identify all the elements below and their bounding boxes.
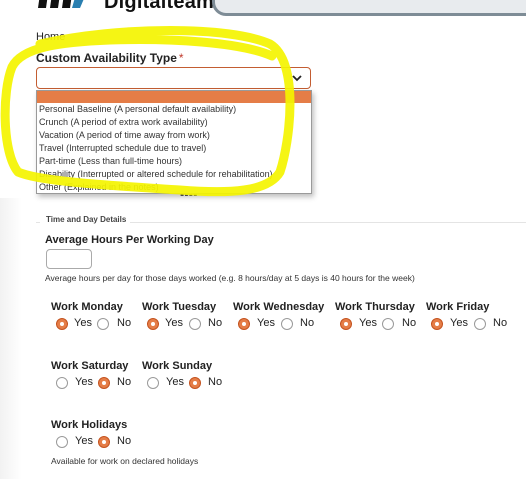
work-saturday-no-radio[interactable] (98, 377, 110, 389)
work-tuesday-yes-label: Yes (165, 317, 183, 329)
dropdown-option-vacation[interactable]: Vacation (A period of time away from wor… (37, 129, 311, 142)
work-monday-yes-label: Yes (74, 317, 92, 329)
required-marker: * (178, 51, 184, 65)
work-monday-yes-radio[interactable] (56, 318, 68, 330)
dropdown-option-personal-baseline[interactable]: Personal Baseline (A personal default av… (37, 103, 311, 116)
work-tuesday-label: Work Tuesday (142, 301, 217, 313)
dropdown-option-crunch[interactable]: Crunch (A period of extra work availabil… (37, 116, 311, 129)
work-saturday-label: Work Saturday (51, 360, 129, 372)
work-sunday-no-radio[interactable] (189, 377, 201, 389)
work-holidays-yes-radio[interactable] (56, 436, 68, 448)
work-monday-label: Work Monday (51, 301, 123, 313)
dropdown-option-travel[interactable]: Travel (Interrupted schedule due to trav… (37, 142, 311, 155)
work-wednesday-no-radio[interactable] (281, 318, 293, 330)
work-sunday-yes-label: Yes (166, 376, 184, 388)
section-legend: Time and Day Details (40, 215, 131, 224)
work-saturday-yes-label: Yes (75, 376, 93, 388)
work-wednesday-yes-label: Yes (257, 317, 275, 329)
dropdown-option-disability[interactable]: Disability (Interrupted or altered sched… (37, 168, 311, 181)
availability-type-select[interactable] (36, 67, 311, 89)
work-friday-label: Work Friday (426, 301, 490, 313)
availability-type-dropdown[interactable]: Personal Baseline (A personal default av… (36, 90, 312, 194)
work-saturday-yes-radio[interactable] (56, 377, 68, 389)
work-wednesday-no-label: No (300, 317, 315, 329)
work-friday-no-label: No (493, 317, 508, 329)
work-monday-no-label: No (117, 317, 132, 329)
average-hours-input[interactable] (46, 249, 92, 269)
work-thursday-no-radio[interactable] (382, 318, 394, 330)
average-hours-label: Average Hours Per Working Day (45, 234, 214, 246)
work-tuesday-no-radio[interactable] (189, 318, 201, 330)
logo-text: Digitalteam (104, 0, 215, 13)
average-hours-help: Average hours per day for those days wor… (45, 273, 415, 283)
work-thursday-label: Work Thursday (335, 301, 415, 313)
work-wednesday-yes-radio[interactable] (238, 318, 250, 330)
top-banner: Digitalteam (0, 0, 526, 28)
work-wednesday-label: Work Wednesday (233, 301, 325, 313)
dropdown-option-part-time[interactable]: Part-time (Less than full-time hours) (37, 155, 311, 168)
work-monday-no-radio[interactable] (97, 318, 109, 330)
availability-type-label: Custom Availability Type * (36, 51, 184, 65)
work-tuesday-yes-radio[interactable] (147, 318, 159, 330)
work-thursday-no-label: No (402, 317, 417, 329)
chevron-down-icon (292, 75, 302, 82)
breadcrumb-home[interactable]: Home (36, 31, 65, 43)
work-holidays-yes-label: Yes (75, 435, 93, 447)
work-sunday-yes-radio[interactable] (147, 377, 159, 389)
work-saturday-no-label: No (117, 376, 132, 388)
dropdown-option-blank[interactable] (37, 91, 311, 103)
work-holidays-label: Work Holidays (51, 419, 128, 431)
work-thursday-yes-radio[interactable] (340, 318, 352, 330)
work-tuesday-no-label: No (208, 317, 223, 329)
logo-mark-icon (38, 0, 84, 8)
work-holidays-help: Available for work on declared holidays (51, 456, 199, 466)
dropdown-option-other[interactable]: Other (Explained in the notes) (37, 181, 311, 194)
work-sunday-label: Work Sunday (142, 360, 213, 372)
work-holidays-no-label: No (117, 435, 132, 447)
work-holidays-no-radio[interactable] (98, 436, 110, 448)
work-sunday-no-label: No (208, 376, 223, 388)
left-gutter (0, 198, 22, 479)
work-friday-yes-radio[interactable] (431, 318, 443, 330)
work-thursday-yes-label: Yes (359, 317, 377, 329)
work-friday-no-radio[interactable] (474, 318, 486, 330)
work-friday-yes-label: Yes (450, 317, 468, 329)
availability-type-label-text: Custom Availability Type (36, 51, 177, 65)
top-nav-pill (212, 0, 526, 16)
